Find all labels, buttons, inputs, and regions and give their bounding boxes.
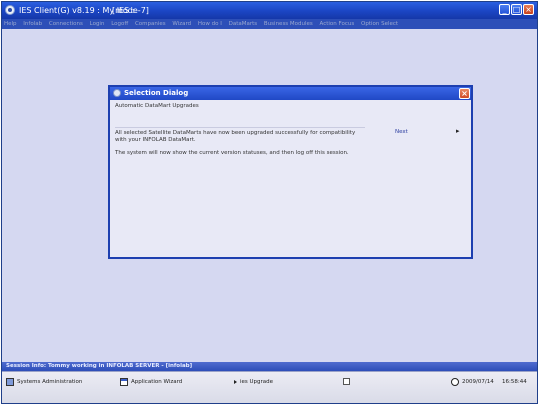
dialog-title: Selection Dialog [124,89,189,97]
note-icon [343,378,350,385]
workspace: Selection Dialog × Automatic DataMart Up… [2,29,537,362]
next-link[interactable]: Next [395,129,408,135]
monitor-icon [6,377,14,386]
menu-action-focus[interactable]: Action Focus [320,19,355,29]
session-info-text: Session Info: Tommy working in INFOLAB S… [6,363,193,369]
app-window: IES Client(G) v8.19 : My IES : [mode-7] … [1,1,538,404]
maximize-button[interactable]: □ [511,4,522,15]
window-icon [120,377,128,386]
dialog-divider [115,127,365,128]
dialog-app-icon [113,89,121,97]
task-label: ies Upgrade [240,379,274,385]
menu-how-do-i[interactable]: How do I [198,19,222,29]
menu-connections[interactable]: Connections [49,19,83,29]
dialog-body: Automatic DataMart Upgrades All selected… [110,100,471,257]
menu-help[interactable]: Help [4,19,17,29]
task-label: Systems Administration [17,379,83,385]
selection-dialog: Selection Dialog × Automatic DataMart Up… [108,85,473,259]
menu-business-modules[interactable]: Business Modules [264,19,313,29]
menu-logoff[interactable]: Logoff [111,19,128,29]
close-button[interactable]: × [523,4,534,15]
message-line-3: The system will now show the current ver… [115,150,349,156]
next-arrow-icon[interactable]: ▸ [456,127,460,135]
task-note[interactable] [343,377,353,387]
minimize-button[interactable]: _ [499,4,510,15]
message-line-1: All selected Satellite DataMarts have no… [115,130,356,136]
menu-infolab[interactable]: Infolab [23,19,42,29]
dialog-title-bar[interactable]: Selection Dialog × [110,87,471,100]
title-bar[interactable]: IES Client(G) v8.19 : My IES : [mode-7] … [2,2,537,19]
mode-label: [mode-7] [112,6,149,15]
clock-icon [451,378,459,386]
menu-login[interactable]: Login [90,19,105,29]
menu-option-select[interactable]: Option Select [361,19,398,29]
taskbar: Systems Administration Application Wizar… [2,371,537,403]
session-info-bar: Session Info: Tommy working in INFOLAB S… [2,362,537,371]
menu-companies[interactable]: Companies [135,19,166,29]
menu-datamarts[interactable]: DataMarts [229,19,258,29]
app-icon[interactable] [5,5,15,15]
tray-date: 2009/07/14 [462,379,494,385]
upgrade-icon [234,379,237,384]
menu-bar: Help Infolab Connections Login Logoff Co… [2,19,537,29]
tray-time: 16:58:44 [502,379,527,385]
task-application-wizard[interactable]: Application Wizard [120,377,182,387]
dialog-heading: Automatic DataMart Upgrades [115,103,199,109]
task-ies-upgrade[interactable]: ies Upgrade [234,377,273,387]
message-line-2: with your INFOLAB DataMart. [115,137,196,143]
dialog-close-button[interactable]: × [459,88,470,99]
menu-wizard[interactable]: Wizard [172,19,191,29]
task-label: Application Wizard [131,379,183,385]
task-systems-administration[interactable]: Systems Administration [6,377,82,387]
